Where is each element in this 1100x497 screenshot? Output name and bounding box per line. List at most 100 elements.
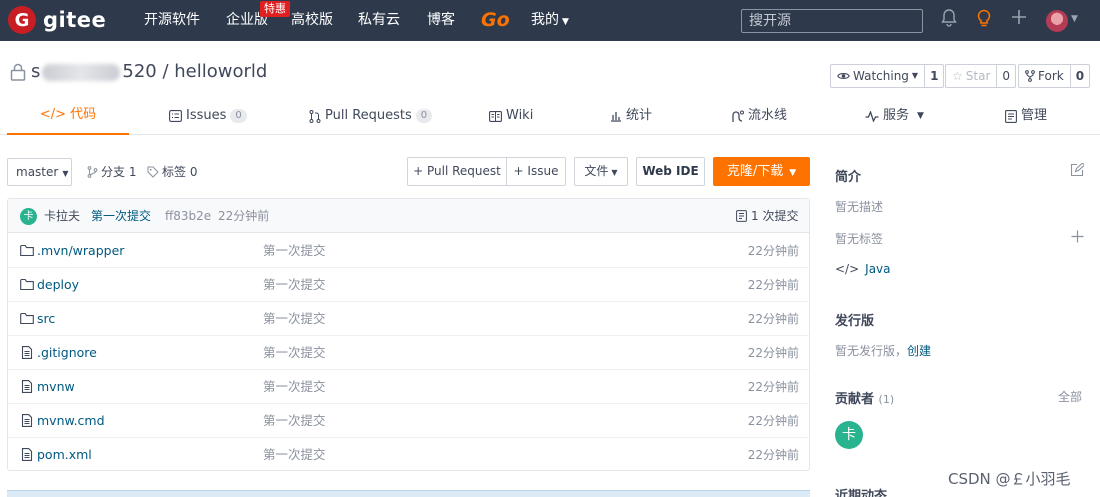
commit-author-avatar[interactable]: 卡 [20, 208, 37, 225]
plus-icon[interactable] [1008, 9, 1030, 31]
watch-button-group: Watching ▼ 1 [830, 64, 945, 88]
file-name[interactable]: deploy [37, 268, 79, 302]
folder-icon [20, 244, 34, 257]
new-issue-button[interactable]: + Issue [506, 157, 566, 186]
redacted-owner [42, 63, 121, 81]
contributor-avatar[interactable]: 卡 [835, 421, 863, 449]
nav-go[interactable]: Go [481, 0, 510, 41]
watch-label: Watching [853, 69, 909, 83]
nav-education[interactable]: 高校版 [291, 0, 333, 41]
table-row[interactable]: src 第一次提交 22分钟前 [8, 302, 809, 336]
pull-requests-count-badge: 0 [415, 109, 433, 123]
fork-icon [1025, 70, 1035, 82]
table-row[interactable]: mvnw 第一次提交 22分钟前 [8, 370, 809, 404]
file-name[interactable]: src [37, 302, 55, 336]
chevron-down-icon[interactable]: ▼ [1071, 14, 1078, 24]
repo-tabs: </> 代码 Issues 0 Pull Requests 0 Wiki 统计 流水线… [0, 97, 1100, 135]
tag-icon [147, 166, 159, 178]
nav-open-source[interactable]: 开源软件 [144, 0, 200, 41]
lightbulb-icon[interactable] [973, 9, 995, 31]
no-release-text: 暂无发行版， [835, 344, 908, 358]
code-icon: </> [835, 262, 860, 276]
file-name[interactable]: pom.xml [37, 438, 92, 472]
bell-icon[interactable] [938, 9, 960, 31]
commit-count-link[interactable]: 1 次提交 [736, 199, 798, 233]
search-input[interactable] [741, 9, 923, 33]
file-commit-message[interactable]: 第一次提交 [263, 404, 326, 438]
file-dropdown-label: 文件 [584, 164, 609, 178]
fork-button[interactable]: Fork [1019, 65, 1070, 87]
table-row[interactable]: .mvn/wrapper 第一次提交 22分钟前 [8, 234, 809, 268]
file-commit-message[interactable]: 第一次提交 [263, 268, 326, 302]
file-commit-message[interactable]: 第一次提交 [263, 370, 326, 404]
commit-hash[interactable]: ff83b2e [165, 199, 211, 233]
latest-commit-bar: 卡 卡拉夫 第一次提交 ff83b2e 22分钟前 1 次提交 [8, 199, 809, 233]
table-row[interactable]: .gitignore 第一次提交 22分钟前 [8, 336, 809, 370]
commit-author[interactable]: 卡拉夫 [44, 199, 80, 233]
file-name[interactable]: .mvn/wrapper [37, 234, 124, 268]
web-ide-button[interactable]: Web IDE [636, 157, 705, 186]
tab-wiki[interactable]: Wiki [489, 97, 533, 135]
table-row[interactable]: mvnw.cmd 第一次提交 22分钟前 [8, 404, 809, 438]
file-commit-message[interactable]: 第一次提交 [263, 302, 326, 336]
language-label: Java [865, 262, 891, 276]
file-commit-message[interactable]: 第一次提交 [263, 336, 326, 370]
tab-manage[interactable]: 管理 [1005, 97, 1047, 135]
branches-link[interactable]: 分支 1 [87, 158, 136, 186]
create-release-link[interactable]: 创建 [907, 344, 931, 358]
commit-message[interactable]: 第一次提交 [91, 199, 151, 233]
table-row[interactable]: pom.xml 第一次提交 22分钟前 [8, 438, 809, 472]
file-commit-message[interactable]: 第一次提交 [263, 234, 326, 268]
tab-services[interactable]: 服务 ▼ [865, 97, 924, 135]
file-name[interactable]: .gitignore [37, 336, 97, 370]
table-row[interactable]: deploy 第一次提交 22分钟前 [8, 268, 809, 302]
file-commit-time: 22分钟前 [747, 414, 799, 428]
project-owner-prefix: s [31, 61, 41, 82]
edit-icon[interactable] [1070, 163, 1084, 177]
new-pull-request-button[interactable]: + Pull Request [407, 157, 507, 186]
user-avatar[interactable] [1046, 10, 1068, 32]
chevron-down-icon: ▼ [562, 17, 569, 27]
file-commit-message[interactable]: 第一次提交 [263, 438, 326, 472]
nav-blog[interactable]: 博客 [427, 0, 455, 41]
tab-pull-requests[interactable]: Pull Requests 0 [309, 97, 433, 135]
file-icon [21, 414, 33, 427]
project-owner[interactable]: 520 [122, 61, 156, 82]
file-name[interactable]: mvnw [37, 370, 75, 404]
chevron-down-icon: ▼ [789, 168, 797, 178]
tab-code-label: 代码 [70, 107, 97, 122]
tab-stats-label: 统计 [626, 108, 653, 123]
special-offer-badge: 特惠 [260, 1, 290, 17]
tab-stats[interactable]: 统计 [610, 97, 652, 135]
file-name[interactable]: mvnw.cmd [37, 404, 105, 438]
tab-issues[interactable]: Issues 0 [169, 97, 247, 135]
file-dropdown-button[interactable]: 文件 ▼ [574, 157, 628, 186]
nav-private-cloud[interactable]: 私有云 [358, 0, 400, 41]
release-heading: 发行版 [835, 314, 875, 329]
gitee-logo[interactable]: G gitee [8, 6, 106, 34]
language-link[interactable]: </> Java [835, 262, 891, 276]
tab-pipeline[interactable]: 流水线 [731, 97, 787, 135]
tab-code[interactable]: </> 代码 [7, 97, 129, 135]
nav-mine-label: 我的 [531, 12, 559, 28]
no-release-row: 暂无发行版，创建 [835, 342, 931, 359]
intro-heading: 简介 [835, 170, 862, 185]
tags-link[interactable]: 标签 0 [147, 158, 197, 186]
add-tag-icon[interactable] [1071, 230, 1084, 243]
watch-count[interactable]: 1 [924, 65, 943, 87]
top-navbar: G gitee 开源软件 企业版 特惠 高校版 私有云 博客 Go 我的▼ ▼ [0, 0, 1100, 41]
chevron-down-icon: ▼ [62, 169, 69, 178]
project-name[interactable]: helloworld [174, 61, 267, 82]
nav-mine[interactable]: 我的 ▼ [531, 0, 569, 41]
contributors-heading: 贡献者 (1) [835, 388, 894, 407]
watch-button[interactable]: Watching ▼ [831, 65, 924, 87]
all-contributors-link[interactable]: 全部 [1058, 388, 1082, 405]
file-commit-time: 22分钟前 [747, 380, 799, 394]
clone-download-button[interactable]: 克隆/下载 ▼ [713, 157, 810, 186]
star-button[interactable]: ☆ Star [946, 65, 996, 87]
star-count[interactable]: 0 [996, 65, 1015, 87]
watermark: CSDN @￡小羽毛 [948, 470, 1071, 488]
branch-select[interactable]: master ▼ [7, 158, 72, 186]
fork-count[interactable]: 0 [1069, 65, 1089, 87]
contributors-count: (1) [878, 393, 895, 406]
